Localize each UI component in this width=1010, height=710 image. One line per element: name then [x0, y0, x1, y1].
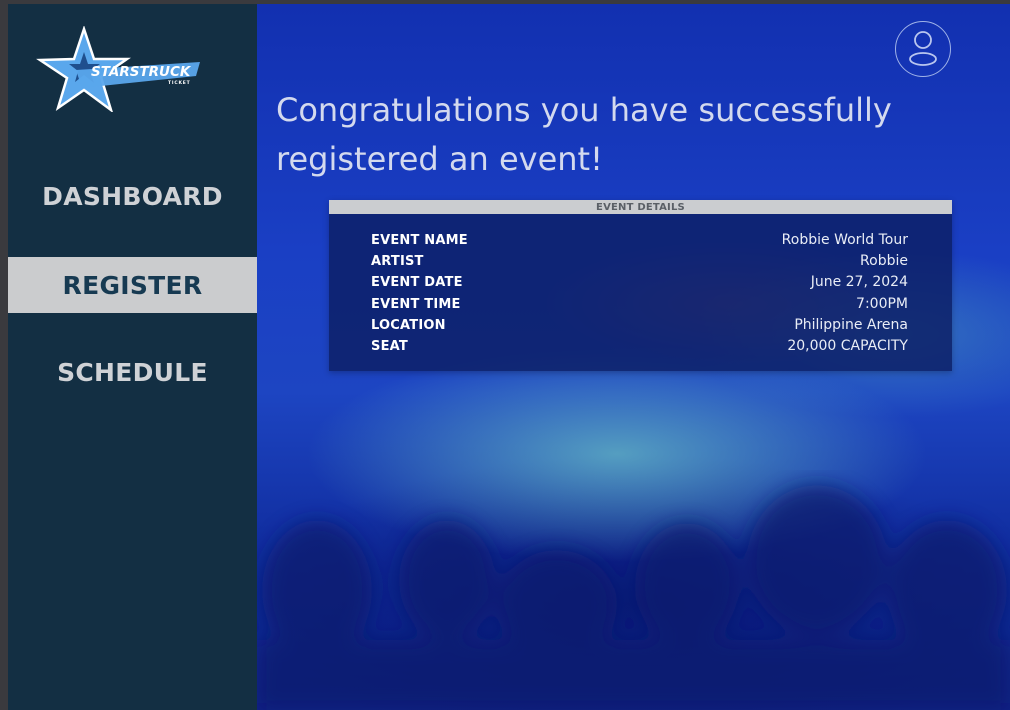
detail-label: LOCATION [371, 317, 446, 333]
detail-value: 7:00PM [856, 296, 908, 312]
detail-row-location: LOCATION Philippine Arena [371, 315, 908, 335]
detail-row-artist: ARTIST Robbie [371, 251, 908, 271]
detail-value: June 27, 2024 [810, 274, 908, 290]
detail-label: EVENT TIME [371, 296, 461, 312]
detail-value: 20,000 CAPACITY [787, 338, 908, 354]
event-details-title: EVENT DETAILS [329, 200, 952, 214]
brand-name: STARSTRUCK [91, 64, 192, 80]
starstruck-logo: STARSTRUCK TICKET [36, 26, 200, 112]
nav-register[interactable]: REGISTER [8, 257, 257, 313]
main-content: Congratulations you have successfully re… [257, 4, 1010, 710]
user-icon [909, 31, 937, 66]
detail-row-seat: SEAT 20,000 CAPACITY [371, 336, 908, 356]
detail-row-event-date: EVENT DATE June 27, 2024 [371, 272, 908, 292]
nav-schedule[interactable]: SCHEDULE [8, 344, 257, 400]
sidebar: STARSTRUCK TICKET DASHBOARD REGISTER SCH… [8, 4, 257, 710]
nav-dashboard[interactable]: DASHBOARD [8, 168, 257, 224]
app-window: STARSTRUCK TICKET DASHBOARD REGISTER SCH… [8, 4, 1010, 710]
detail-label: SEAT [371, 338, 408, 354]
detail-value: Philippine Arena [794, 317, 908, 333]
detail-label: EVENT NAME [371, 232, 468, 248]
detail-label: ARTIST [371, 253, 424, 269]
brand-tagline: TICKET [168, 80, 191, 86]
success-headline: Congratulations you have successfully re… [276, 91, 892, 178]
detail-value: Robbie World Tour [781, 232, 908, 248]
detail-row-event-name: EVENT NAME Robbie World Tour [371, 230, 908, 250]
event-details-card: EVENT DETAILS EVENT NAME Robbie World To… [329, 200, 952, 371]
detail-label: EVENT DATE [371, 274, 463, 290]
profile-button[interactable] [895, 21, 951, 77]
detail-row-event-time: EVENT TIME 7:00PM [371, 294, 908, 314]
crowd-silhouette [257, 485, 1010, 710]
detail-value: Robbie [860, 253, 908, 269]
